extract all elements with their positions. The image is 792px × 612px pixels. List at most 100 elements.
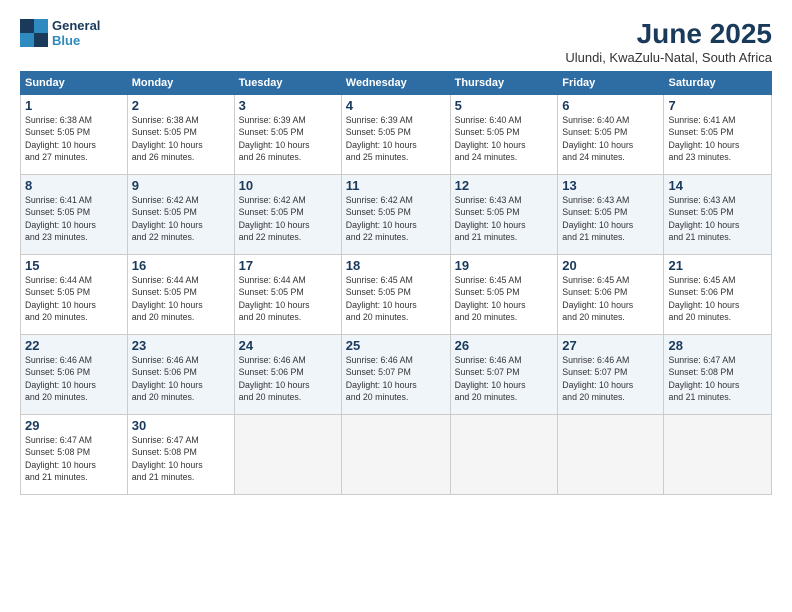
day-number: 21: [668, 258, 767, 273]
day-info: Sunrise: 6:45 AM Sunset: 5:06 PM Dayligh…: [562, 274, 659, 323]
day-info: Sunrise: 6:46 AM Sunset: 5:07 PM Dayligh…: [455, 354, 554, 403]
calendar-cell: 6Sunrise: 6:40 AM Sunset: 5:05 PM Daylig…: [558, 95, 664, 175]
day-number: 13: [562, 178, 659, 193]
day-number: 29: [25, 418, 123, 433]
day-info: Sunrise: 6:40 AM Sunset: 5:05 PM Dayligh…: [455, 114, 554, 163]
calendar-cell: 29Sunrise: 6:47 AM Sunset: 5:08 PM Dayli…: [21, 415, 128, 495]
day-number: 5: [455, 98, 554, 113]
calendar-cell: 9Sunrise: 6:42 AM Sunset: 5:05 PM Daylig…: [127, 175, 234, 255]
day-info: Sunrise: 6:42 AM Sunset: 5:05 PM Dayligh…: [132, 194, 230, 243]
day-info: Sunrise: 6:46 AM Sunset: 5:07 PM Dayligh…: [346, 354, 446, 403]
day-info: Sunrise: 6:47 AM Sunset: 5:08 PM Dayligh…: [132, 434, 230, 483]
page: General Blue June 2025 Ulundi, KwaZulu-N…: [0, 0, 792, 612]
calendar-week-5: 29Sunrise: 6:47 AM Sunset: 5:08 PM Dayli…: [21, 415, 772, 495]
calendar-cell: 30Sunrise: 6:47 AM Sunset: 5:08 PM Dayli…: [127, 415, 234, 495]
calendar-cell: 11Sunrise: 6:42 AM Sunset: 5:05 PM Dayli…: [341, 175, 450, 255]
calendar-subtitle: Ulundi, KwaZulu-Natal, South Africa: [565, 50, 772, 65]
calendar-cell: 17Sunrise: 6:44 AM Sunset: 5:05 PM Dayli…: [234, 255, 341, 335]
day-number: 8: [25, 178, 123, 193]
day-info: Sunrise: 6:43 AM Sunset: 5:05 PM Dayligh…: [668, 194, 767, 243]
day-info: Sunrise: 6:43 AM Sunset: 5:05 PM Dayligh…: [562, 194, 659, 243]
logo: General Blue: [20, 18, 100, 48]
day-info: Sunrise: 6:47 AM Sunset: 5:08 PM Dayligh…: [25, 434, 123, 483]
calendar-cell: [664, 415, 772, 495]
day-info: Sunrise: 6:42 AM Sunset: 5:05 PM Dayligh…: [346, 194, 446, 243]
day-info: Sunrise: 6:45 AM Sunset: 5:06 PM Dayligh…: [668, 274, 767, 323]
day-number: 17: [239, 258, 337, 273]
calendar-week-2: 8Sunrise: 6:41 AM Sunset: 5:05 PM Daylig…: [21, 175, 772, 255]
col-header-monday: Monday: [127, 72, 234, 95]
day-number: 15: [25, 258, 123, 273]
calendar-cell: [234, 415, 341, 495]
day-number: 4: [346, 98, 446, 113]
calendar-cell: 7Sunrise: 6:41 AM Sunset: 5:05 PM Daylig…: [664, 95, 772, 175]
day-number: 26: [455, 338, 554, 353]
calendar-cell: 24Sunrise: 6:46 AM Sunset: 5:06 PM Dayli…: [234, 335, 341, 415]
day-info: Sunrise: 6:39 AM Sunset: 5:05 PM Dayligh…: [346, 114, 446, 163]
col-header-thursday: Thursday: [450, 72, 558, 95]
header: General Blue June 2025 Ulundi, KwaZulu-N…: [20, 18, 772, 65]
col-header-saturday: Saturday: [664, 72, 772, 95]
calendar-cell: [558, 415, 664, 495]
day-number: 6: [562, 98, 659, 113]
calendar-cell: 8Sunrise: 6:41 AM Sunset: 5:05 PM Daylig…: [21, 175, 128, 255]
day-number: 14: [668, 178, 767, 193]
day-info: Sunrise: 6:38 AM Sunset: 5:05 PM Dayligh…: [132, 114, 230, 163]
calendar-cell: 10Sunrise: 6:42 AM Sunset: 5:05 PM Dayli…: [234, 175, 341, 255]
calendar-cell: 26Sunrise: 6:46 AM Sunset: 5:07 PM Dayli…: [450, 335, 558, 415]
calendar-cell: 2Sunrise: 6:38 AM Sunset: 5:05 PM Daylig…: [127, 95, 234, 175]
logo-text: General Blue: [52, 18, 100, 48]
day-info: Sunrise: 6:44 AM Sunset: 5:05 PM Dayligh…: [132, 274, 230, 323]
col-header-sunday: Sunday: [21, 72, 128, 95]
calendar-cell: 25Sunrise: 6:46 AM Sunset: 5:07 PM Dayli…: [341, 335, 450, 415]
calendar-cell: [341, 415, 450, 495]
day-info: Sunrise: 6:47 AM Sunset: 5:08 PM Dayligh…: [668, 354, 767, 403]
calendar-week-3: 15Sunrise: 6:44 AM Sunset: 5:05 PM Dayli…: [21, 255, 772, 335]
day-info: Sunrise: 6:39 AM Sunset: 5:05 PM Dayligh…: [239, 114, 337, 163]
day-info: Sunrise: 6:41 AM Sunset: 5:05 PM Dayligh…: [25, 194, 123, 243]
day-number: 25: [346, 338, 446, 353]
calendar-cell: 22Sunrise: 6:46 AM Sunset: 5:06 PM Dayli…: [21, 335, 128, 415]
calendar-cell: 3Sunrise: 6:39 AM Sunset: 5:05 PM Daylig…: [234, 95, 341, 175]
day-number: 10: [239, 178, 337, 193]
day-info: Sunrise: 6:46 AM Sunset: 5:06 PM Dayligh…: [132, 354, 230, 403]
day-info: Sunrise: 6:43 AM Sunset: 5:05 PM Dayligh…: [455, 194, 554, 243]
calendar-week-1: 1Sunrise: 6:38 AM Sunset: 5:05 PM Daylig…: [21, 95, 772, 175]
day-info: Sunrise: 6:46 AM Sunset: 5:06 PM Dayligh…: [25, 354, 123, 403]
day-info: Sunrise: 6:45 AM Sunset: 5:05 PM Dayligh…: [346, 274, 446, 323]
calendar-cell: 5Sunrise: 6:40 AM Sunset: 5:05 PM Daylig…: [450, 95, 558, 175]
calendar-cell: 19Sunrise: 6:45 AM Sunset: 5:05 PM Dayli…: [450, 255, 558, 335]
calendar-cell: 20Sunrise: 6:45 AM Sunset: 5:06 PM Dayli…: [558, 255, 664, 335]
calendar-cell: 15Sunrise: 6:44 AM Sunset: 5:05 PM Dayli…: [21, 255, 128, 335]
calendar-cell: 12Sunrise: 6:43 AM Sunset: 5:05 PM Dayli…: [450, 175, 558, 255]
calendar-cell: 14Sunrise: 6:43 AM Sunset: 5:05 PM Dayli…: [664, 175, 772, 255]
day-info: Sunrise: 6:40 AM Sunset: 5:05 PM Dayligh…: [562, 114, 659, 163]
calendar-cell: [450, 415, 558, 495]
title-block: June 2025 Ulundi, KwaZulu-Natal, South A…: [565, 18, 772, 65]
calendar-cell: 28Sunrise: 6:47 AM Sunset: 5:08 PM Dayli…: [664, 335, 772, 415]
day-number: 16: [132, 258, 230, 273]
day-info: Sunrise: 6:46 AM Sunset: 5:07 PM Dayligh…: [562, 354, 659, 403]
day-number: 20: [562, 258, 659, 273]
day-number: 7: [668, 98, 767, 113]
day-info: Sunrise: 6:42 AM Sunset: 5:05 PM Dayligh…: [239, 194, 337, 243]
day-number: 27: [562, 338, 659, 353]
calendar-cell: 27Sunrise: 6:46 AM Sunset: 5:07 PM Dayli…: [558, 335, 664, 415]
calendar-cell: 13Sunrise: 6:43 AM Sunset: 5:05 PM Dayli…: [558, 175, 664, 255]
day-number: 23: [132, 338, 230, 353]
day-number: 9: [132, 178, 230, 193]
logo-icon: [20, 19, 48, 47]
col-header-tuesday: Tuesday: [234, 72, 341, 95]
calendar-header-row: SundayMondayTuesdayWednesdayThursdayFrid…: [21, 72, 772, 95]
day-number: 28: [668, 338, 767, 353]
day-number: 12: [455, 178, 554, 193]
day-number: 11: [346, 178, 446, 193]
calendar-cell: 18Sunrise: 6:45 AM Sunset: 5:05 PM Dayli…: [341, 255, 450, 335]
day-info: Sunrise: 6:44 AM Sunset: 5:05 PM Dayligh…: [25, 274, 123, 323]
day-number: 1: [25, 98, 123, 113]
day-number: 30: [132, 418, 230, 433]
calendar-cell: 1Sunrise: 6:38 AM Sunset: 5:05 PM Daylig…: [21, 95, 128, 175]
calendar-cell: 4Sunrise: 6:39 AM Sunset: 5:05 PM Daylig…: [341, 95, 450, 175]
day-info: Sunrise: 6:38 AM Sunset: 5:05 PM Dayligh…: [25, 114, 123, 163]
calendar-week-4: 22Sunrise: 6:46 AM Sunset: 5:06 PM Dayli…: [21, 335, 772, 415]
